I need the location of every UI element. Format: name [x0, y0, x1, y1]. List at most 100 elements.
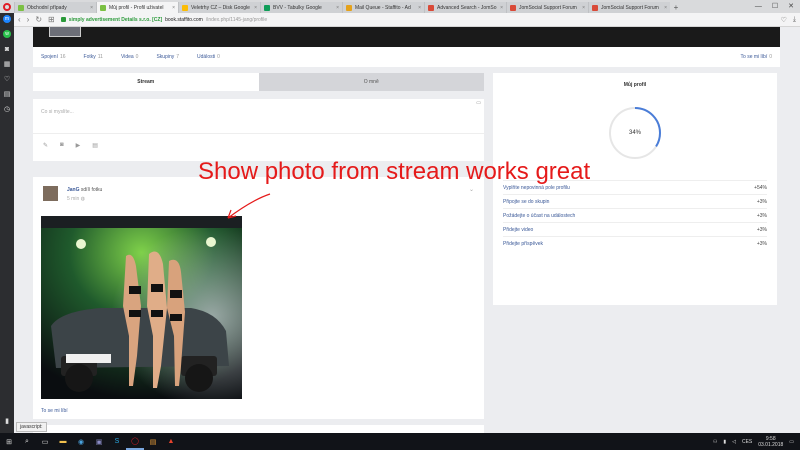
post-time: 5 min ◍	[67, 196, 85, 202]
chrome-icon[interactable]: ◉	[72, 433, 90, 450]
tab-close-icon[interactable]: ×	[254, 5, 257, 11]
skype-icon[interactable]: S	[108, 433, 126, 450]
profile-task-label[interactable]: Připojte se do skupin	[503, 199, 549, 205]
stat-connections[interactable]: Spojení 16	[41, 54, 66, 60]
grid-icon[interactable]: ▦	[3, 60, 11, 68]
post-author-avatar[interactable]	[43, 186, 58, 201]
annotation-text: Show photo from stream works great	[198, 158, 591, 185]
empty-widget	[493, 263, 777, 305]
tab-label: Veletrhy CZ – Disk Google	[191, 4, 250, 11]
back-icon[interactable]: ‹	[18, 15, 21, 24]
expand-icon[interactable]: ▭	[476, 100, 481, 106]
language-indicator[interactable]: CES	[742, 439, 752, 445]
profile-task-label[interactable]: Přidejte příspěvek	[503, 241, 543, 247]
post-action: sdílí fotku	[80, 187, 103, 193]
pencil-icon[interactable]: ✎	[43, 142, 48, 149]
tab-close-icon[interactable]: ×	[172, 5, 175, 11]
forward-icon[interactable]: ›	[27, 15, 30, 24]
download-icon[interactable]: ⤓	[793, 16, 796, 24]
composer-tools: ✎ ◙ ▶ ▤	[43, 142, 98, 149]
tab-close-icon[interactable]: ×	[500, 5, 503, 11]
heart-bookmark-icon[interactable]: ♡	[781, 16, 787, 24]
browser-tab[interactable]: JomSocial Support Forum ×	[506, 2, 588, 13]
task-view-icon[interactable]: ▭	[36, 433, 54, 450]
post-like-link[interactable]: To se mi líbí	[41, 408, 68, 414]
whatsapp-icon[interactable]: w	[3, 30, 11, 38]
tab-about-me[interactable]: O mně	[258, 73, 484, 91]
stat-groups[interactable]: Skupiny 7	[156, 54, 179, 60]
network-icon[interactable]: ▮	[723, 439, 726, 445]
tab-close-icon[interactable]: ×	[336, 5, 339, 11]
profile-task-row[interactable]: Přidejte příspěvek +3%	[503, 236, 767, 250]
status-url-tooltip: javascript:	[16, 422, 47, 432]
globe-icon: ◍	[80, 196, 85, 202]
lock-icon	[60, 17, 66, 22]
tab-close-icon[interactable]: ×	[664, 5, 667, 11]
profile-task-list: Vyplňte nepovinná pole profilu +54% Připoj…	[503, 180, 767, 250]
close-window-button[interactable]: ✕	[788, 1, 794, 13]
pdf-icon[interactable]: ▲	[162, 433, 180, 450]
profile-task-label[interactable]: Přidejte video	[503, 227, 533, 233]
home-grid-icon[interactable]: ⊞	[48, 15, 55, 24]
reload-icon[interactable]: ↻	[35, 15, 42, 24]
profile-task-row[interactable]: Přidejte video +3%	[503, 222, 767, 236]
file-explorer-icon[interactable]: ▬	[54, 433, 72, 450]
composer-divider	[33, 133, 484, 134]
browser-tab[interactable]: Veletrhy CZ – Disk Google ×	[178, 2, 260, 13]
system-tray: ⚇ ▮ ◁ CES 9:58 03.01.2018 ▭	[713, 436, 800, 448]
tab-favicon-icon	[510, 4, 516, 11]
clock[interactable]: 9:58 03.01.2018	[758, 436, 783, 448]
people-icon[interactable]: ⚇	[713, 439, 717, 445]
start-icon[interactable]: ⊞	[0, 433, 18, 450]
notifications-icon[interactable]: ▭	[789, 439, 794, 445]
browser-tab[interactable]: Obchodní případy ×	[14, 2, 96, 13]
messenger-icon[interactable]: m	[3, 15, 11, 23]
app-icon[interactable]: ▤	[144, 433, 162, 450]
like-button[interactable]: To se mi líbí 0	[741, 54, 772, 60]
stat-photos[interactable]: Fotky 11	[84, 54, 103, 60]
composer-input[interactable]: Co si myslíte...	[41, 109, 74, 115]
tab-stream[interactable]: Stream	[33, 73, 259, 91]
event-icon[interactable]: ▤	[92, 142, 98, 149]
browser-tab[interactable]: Advanced Search - JomSo ×	[424, 2, 506, 13]
post-menu-icon[interactable]: ⌄	[469, 186, 474, 193]
browser-tab[interactable]: Můj profil - Profil uživatel ×	[96, 2, 178, 13]
browser-tab[interactable]: JomSocial Support Forum ×	[588, 2, 670, 13]
photo-icon[interactable]: ◙	[60, 142, 64, 149]
post-author-name[interactable]: JanG	[67, 187, 80, 193]
annotation-arrow	[227, 193, 271, 219]
stat-videos[interactable]: Videa 0	[121, 54, 138, 60]
minimize-button[interactable]: —	[755, 1, 762, 13]
sidebar-toggle-icon[interactable]: ▮	[3, 417, 11, 425]
profile-task-label[interactable]: Požádejte o účast na událostech	[503, 213, 575, 219]
video-icon[interactable]: ▶	[76, 142, 81, 149]
avatar[interactable]	[49, 27, 81, 37]
search-icon[interactable]: ⌕	[18, 433, 36, 450]
stat-events[interactable]: Události 0	[197, 54, 220, 60]
opera-taskbar-icon[interactable]: ◯	[126, 433, 144, 450]
volume-icon[interactable]: ◁	[732, 439, 736, 445]
new-tab-button[interactable]: +	[670, 2, 682, 13]
post-photo[interactable]	[41, 216, 242, 399]
tab-label: Můj profil - Profil uživatel	[109, 4, 164, 11]
opera-logo-icon[interactable]	[0, 0, 14, 13]
teams-icon[interactable]: ▣	[90, 433, 108, 450]
profile-task-row[interactable]: Připojte se do skupin +3%	[503, 194, 767, 208]
profile-task-row[interactable]: Požádejte o účast na událostech +3%	[503, 208, 767, 222]
browser-tab[interactable]: Mail Queue - Staffito - Ad ×	[342, 2, 424, 13]
tab-favicon-icon	[18, 4, 24, 11]
tab-favicon-icon	[592, 4, 598, 11]
tab-close-icon[interactable]: ×	[582, 5, 585, 11]
tab-favicon-icon	[100, 4, 106, 11]
tab-close-icon[interactable]: ×	[418, 5, 421, 11]
camera-icon[interactable]: ◙	[3, 45, 11, 53]
heart-icon[interactable]: ♡	[3, 75, 11, 83]
url-field[interactable]: simply advertisement Details s.r.o. [CZ]…	[60, 17, 775, 23]
tab-close-icon[interactable]: ×	[90, 5, 93, 11]
browser-tab[interactable]: BVV - Tabulky Google ×	[260, 2, 342, 13]
browser-tab-strip: Obchodní případy × Můj profil - Profil uži…	[0, 0, 800, 13]
news-icon[interactable]: ▤	[3, 90, 11, 98]
maximize-button[interactable]: ☐	[772, 1, 778, 13]
history-icon[interactable]: ◷	[3, 105, 11, 113]
tab-favicon-icon	[182, 4, 188, 11]
